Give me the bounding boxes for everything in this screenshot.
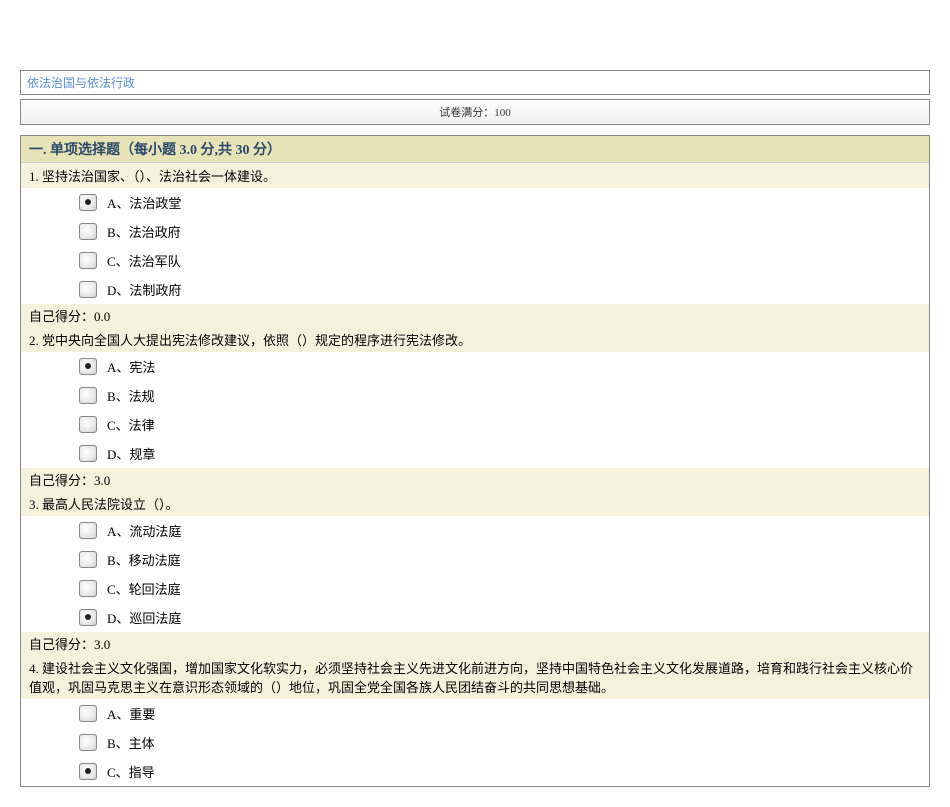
option-row: B、法规 [29,381,921,410]
option-row: D、规章 [29,439,921,468]
option-row: B、移动法庭 [29,545,921,574]
radio-button[interactable] [79,763,97,780]
options-group: A、法治政堂 B、法治政府 C、法治军队 D、法制政府 [21,188,929,304]
radio-button[interactable] [79,281,97,298]
page-container: 依法治国与依法行政 试卷满分：100 一. 单项选择题（每小题 3.0 分,共 … [0,0,950,787]
radio-button[interactable] [79,223,97,240]
radio-button[interactable] [79,551,97,568]
question-text: 4. 建设社会主义文化强国，增加国家文化软实力，必须坚持社会主义先进文化前进方向… [21,655,929,699]
radio-button[interactable] [79,609,97,626]
option-label: B、法治政府 [107,222,181,241]
option-row: B、法治政府 [29,217,921,246]
options-group: A、宪法 B、法规 C、法律 D、规章 [21,352,929,468]
question-text: 1. 坚持法治国家、（）、法治社会一体建设。 [21,163,929,188]
option-label: D、巡回法庭 [107,608,181,627]
radio-button[interactable] [79,705,97,722]
option-label: B、主体 [107,733,155,752]
option-row: A、法治政堂 [29,188,921,217]
option-label: C、指导 [107,762,155,781]
radio-button[interactable] [79,358,97,375]
option-row: C、法律 [29,410,921,439]
self-score-line: 自己得分：0.0 [21,304,929,327]
option-row: C、指导 [29,757,921,786]
option-row: A、宪法 [29,352,921,381]
radio-button[interactable] [79,252,97,269]
options-group: A、流动法庭 B、移动法庭 C、轮回法庭 D、巡回法庭 [21,516,929,632]
option-label: A、宪法 [107,357,155,376]
radio-button[interactable] [79,387,97,404]
option-label: C、轮回法庭 [107,579,181,598]
option-label: D、规章 [107,444,155,463]
section-header: 一. 单项选择题（每小题 3.0 分,共 30 分） [21,136,929,163]
radio-button[interactable] [79,580,97,597]
option-label: C、法律 [107,415,155,434]
option-label: D、法制政府 [107,280,181,299]
radio-button[interactable] [79,522,97,539]
questions-container: 1. 坚持法治国家、（）、法治社会一体建设。 A、法治政堂 B、法治政府 C、法治军队… [21,163,929,786]
option-row: A、流动法庭 [29,516,921,545]
radio-button[interactable] [79,734,97,751]
option-label: B、移动法庭 [107,550,181,569]
option-row: D、法制政府 [29,275,921,304]
radio-button[interactable] [79,416,97,433]
question-text: 2. 党中央向全国人大提出宪法修改建议，依照（）规定的程序进行宪法修改。 [21,327,929,352]
option-label: A、重要 [107,704,155,723]
self-score-line: 自己得分：3.0 [21,468,929,491]
title-bar: 依法治国与依法行政 [20,70,930,95]
option-label: C、法治军队 [107,251,181,270]
self-score-line: 自己得分：3.0 [21,632,929,655]
content-box: 一. 单项选择题（每小题 3.0 分,共 30 分） 1. 坚持法治国家、（）、… [20,135,930,787]
option-label: A、法治政堂 [107,193,181,212]
option-row: B、主体 [29,728,921,757]
question-text: 3. 最高人民法院设立（）。 [21,491,929,516]
option-label: A、流动法庭 [107,521,181,540]
radio-button[interactable] [79,194,97,211]
exam-title-link[interactable]: 依法治国与依法行政 [27,76,135,90]
option-row: D、巡回法庭 [29,603,921,632]
radio-button[interactable] [79,445,97,462]
option-row: C、轮回法庭 [29,574,921,603]
option-label: B、法规 [107,386,155,405]
option-row: C、法治军队 [29,246,921,275]
option-row: A、重要 [29,699,921,728]
total-score-label: 试卷满分：100 [439,107,511,119]
total-score-bar: 试卷满分：100 [20,99,930,125]
options-group: A、重要 B、主体 C、指导 [21,699,929,786]
